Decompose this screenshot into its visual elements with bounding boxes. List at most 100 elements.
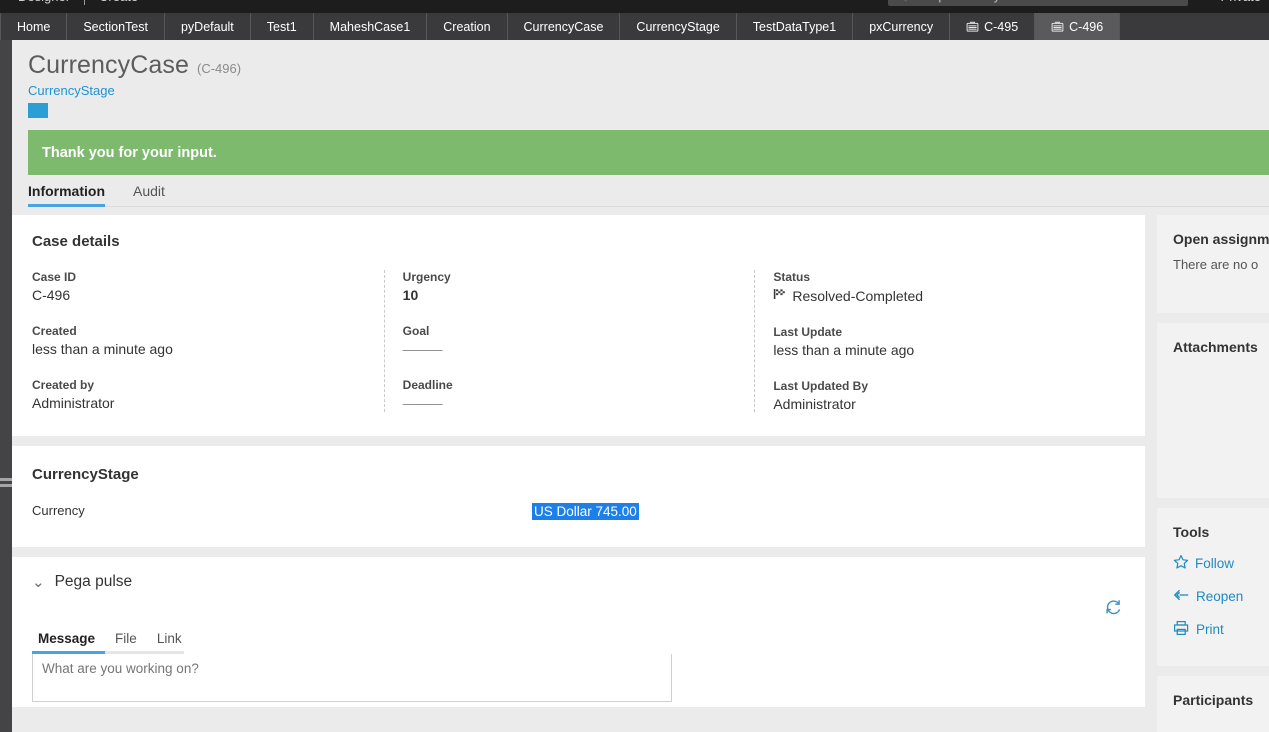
currency-field-label: Currency bbox=[32, 503, 85, 518]
case-details-column: Case ID C-496 Created less than a minute ag… bbox=[32, 270, 384, 412]
detail-value: less than a minute ago bbox=[32, 341, 366, 357]
tab-information[interactable]: Information bbox=[28, 183, 119, 207]
pulse-tab-file[interactable]: File bbox=[105, 631, 147, 651]
detail-value-text: less than a minute ago bbox=[32, 341, 173, 357]
detail-value: Administrator bbox=[32, 395, 366, 411]
currency-field-value[interactable]: US Dollar 745.00 bbox=[532, 503, 639, 520]
workspace-tab-c-495[interactable]: C-495 bbox=[950, 13, 1036, 40]
workspace-tab-pydefault[interactable]: pyDefault bbox=[165, 13, 251, 40]
detail-value-text: ——— bbox=[402, 395, 443, 411]
currency-stage-heading: CurrencyStage bbox=[32, 466, 139, 483]
refresh-icon[interactable] bbox=[1103, 597, 1123, 622]
detail-field: Status Resolved-Completed bbox=[773, 270, 1107, 304]
workspace-tab-label: C-496 bbox=[1069, 19, 1104, 34]
detail-value: Resolved-Completed bbox=[773, 287, 1107, 304]
workspace-tab-currencystage[interactable]: CurrencyStage bbox=[620, 13, 737, 40]
top-bar-right: 🔍 ui.ui.pxCurrency ▾ Private bbox=[887, 0, 1269, 6]
detail-label: Last Update bbox=[773, 325, 843, 339]
workspace-tab-currencycase[interactable]: CurrencyCase bbox=[508, 13, 621, 40]
workspace-tab-label: CurrencyCase bbox=[523, 19, 604, 34]
global-search-input[interactable]: 🔍 ui.ui.pxCurrency bbox=[887, 0, 1188, 6]
detail-field: Created less than a minute ago bbox=[32, 324, 366, 357]
workspace-tab-sectiontest[interactable]: SectionTest bbox=[67, 13, 165, 40]
detail-label: Status bbox=[773, 270, 811, 284]
stage-progress-indicator bbox=[28, 103, 48, 118]
pega-pulse-card: ⌄ Pega pulse Message File Link bbox=[12, 557, 1145, 707]
user-menu[interactable]: ▾ Private bbox=[1210, 0, 1262, 4]
star-icon bbox=[1173, 554, 1189, 573]
workspace-tab-home[interactable]: Home bbox=[0, 13, 68, 40]
content-tabs: Information Audit bbox=[28, 175, 1269, 207]
reopen-label: Reopen bbox=[1196, 589, 1244, 604]
detail-value-text: Administrator bbox=[773, 396, 856, 412]
confirmation-banner-message: Thank you for your input. bbox=[42, 144, 217, 161]
workspace-tab-maheshcase1[interactable]: MaheshCase1 bbox=[314, 13, 428, 40]
stage-link[interactable]: CurrencyStage bbox=[28, 83, 1269, 98]
case-icon bbox=[966, 20, 979, 33]
chevron-down-icon[interactable]: ⌄ bbox=[32, 573, 45, 591]
confirmation-banner: Thank you for your input. bbox=[28, 130, 1269, 175]
print-button[interactable]: Print bbox=[1173, 620, 1269, 639]
attachments-panel: Attachments bbox=[1157, 323, 1269, 498]
detail-label: Urgency bbox=[402, 270, 451, 284]
pulse-tabs: Message File Link bbox=[32, 631, 184, 654]
workspace-tab-c-496[interactable]: C-496 bbox=[1035, 13, 1121, 40]
system-top-bar: Designer Create 🔍 ui.ui.pxCurrency ▾ Pri… bbox=[0, 0, 1269, 13]
workspace-tab-label: Test1 bbox=[266, 19, 297, 34]
top-bar-left-menu: Designer Create bbox=[0, 0, 152, 5]
detail-value-text: C-496 bbox=[32, 287, 71, 303]
search-icon: 🔍 bbox=[895, 0, 909, 3]
detail-field: Last Updated By Administrator bbox=[773, 379, 1107, 412]
participants-panel: Participants bbox=[1157, 676, 1269, 732]
printer-icon bbox=[1173, 620, 1190, 639]
pulse-message-input[interactable] bbox=[32, 654, 672, 702]
detail-value: less than a minute ago bbox=[773, 342, 1107, 358]
detail-value: ——— bbox=[403, 395, 737, 411]
detail-field: Created by Administrator bbox=[32, 378, 366, 411]
detail-field: Deadline ——— bbox=[403, 378, 737, 411]
case-header: CurrencyCase (C-496) CurrencyStage bbox=[12, 40, 1269, 118]
detail-value: C-496 bbox=[32, 287, 366, 303]
checkered-flag-icon bbox=[773, 287, 787, 304]
detail-field: Last Update less than a minute ago bbox=[773, 325, 1107, 358]
pega-pulse-heading: Pega pulse bbox=[54, 573, 133, 590]
workspace-tab-label: Home bbox=[17, 19, 51, 34]
designer-menu-item[interactable]: Designer bbox=[4, 0, 84, 4]
pulse-tab-link[interactable]: Link bbox=[147, 631, 192, 651]
workspace-tab-label: C-495 bbox=[984, 19, 1019, 34]
workspace-tab-creation[interactable]: Creation bbox=[427, 13, 508, 40]
detail-value-text: less than a minute ago bbox=[773, 342, 915, 358]
follow-label: Follow bbox=[1195, 556, 1235, 571]
detail-value: 10 bbox=[403, 287, 737, 303]
detail-value-text: Resolved-Completed bbox=[792, 287, 924, 304]
workspace-tab-label: MaheshCase1 bbox=[329, 19, 411, 34]
case-details-column: Urgency 10 Goal ——— Deadline ——— bbox=[383, 270, 755, 412]
create-menu-item[interactable]: Create bbox=[85, 0, 152, 4]
workspace-tab-label: pxCurrency bbox=[869, 19, 934, 34]
workspace-tab-strip: Home SectionTest pyDefault Test1 MaheshCase1… bbox=[0, 13, 1269, 40]
reopen-button[interactable]: Reopen bbox=[1173, 587, 1269, 606]
tab-audit[interactable]: Audit bbox=[133, 183, 179, 206]
follow-button[interactable]: Follow bbox=[1173, 554, 1269, 573]
detail-label: Last Updated By bbox=[773, 379, 869, 393]
detail-field: Urgency 10 bbox=[403, 270, 737, 303]
workspace-tab-testdatatype1[interactable]: TestDataType1 bbox=[737, 13, 854, 40]
detail-label: Goal bbox=[402, 324, 430, 338]
detail-value-text: 10 bbox=[402, 287, 419, 303]
chevron-down-icon: ▾ bbox=[1210, 0, 1215, 2]
workspace-tab-label: pyDefault bbox=[180, 19, 234, 34]
workspace-tab-label: TestDataType1 bbox=[752, 19, 837, 34]
case-details-heading: Case details bbox=[32, 233, 120, 250]
open-assignments-title: Open assignm bbox=[1173, 231, 1269, 247]
detail-value-text: ——— bbox=[402, 341, 443, 357]
tools-title: Tools bbox=[1173, 524, 1210, 540]
detail-label: Deadline bbox=[402, 378, 453, 392]
workspace-tab-test1[interactable]: Test1 bbox=[251, 13, 314, 40]
workspace-tab-pxcurrency[interactable]: pxCurrency bbox=[853, 13, 951, 40]
currency-stage-card: CurrencyStage Currency US Dollar 745.00 bbox=[12, 446, 1145, 547]
rail-drag-handle[interactable] bbox=[0, 478, 12, 490]
pulse-tab-message[interactable]: Message bbox=[32, 631, 106, 654]
open-assignments-panel: Open assignm There are no o bbox=[1157, 215, 1269, 313]
detail-label: Created bbox=[32, 324, 77, 338]
case-details-grid: Case ID C-496 Created less than a minute ag… bbox=[32, 270, 1125, 412]
